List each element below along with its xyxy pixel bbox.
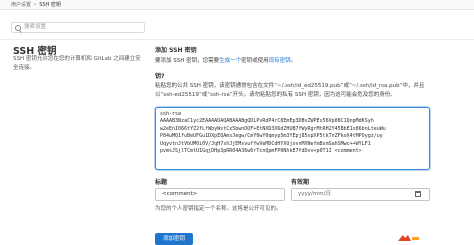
add-ssh-key-description: 要添加 SSH 密钥，您需要生成一个密钥或使用现有密钥。 [155, 58, 297, 64]
section-divider [0, 39, 474, 40]
add-ssh-key-heading: 添加 SSH 密钥 [155, 47, 197, 54]
title-field-help: 为您的个人密钥指定一个名称。这将是公开可见的。 [155, 206, 282, 212]
expires-field-label: 有效期 [291, 179, 310, 186]
title-field-label: 标题 [155, 179, 168, 186]
corner-logo-icon [398, 235, 419, 241]
breadcrumb: 用户设置 > SSH 密钥 [0, 0, 474, 10]
expires-date-input[interactable]: yyyy/mm/日 [291, 188, 430, 201]
key-field-help: 粘贴您的公共 SSH 密钥，该密钥通常包含在文件“~/.ssh/id_ed255… [155, 83, 425, 98]
search-placeholder: 搜索设置 [24, 24, 47, 30]
breadcrumb-parent[interactable]: 用户设置 [11, 2, 31, 8]
key-textarea[interactable]: ssh-rsa AAAAB3NzaC1yc2EAAAADAQABAAABgQDL… [155, 107, 430, 170]
add-key-button[interactable]: 添加密钥 [155, 233, 193, 245]
page-description: SSH 密钥允许您在您的计算机和 GitLab 之间建立安全连接。 [13, 56, 141, 71]
search-input[interactable]: 搜索设置 [11, 22, 145, 33]
title-input[interactable]: <comment> [155, 188, 285, 201]
key-field-label: 钥? [155, 73, 165, 80]
existing-key-link[interactable]: 现有密钥 [269, 58, 291, 64]
calendar-icon[interactable] [415, 191, 421, 197]
breadcrumb-separator: > [33, 2, 38, 8]
breadcrumb-current: SSH 密钥 [39, 2, 61, 8]
search-icon [15, 25, 21, 31]
generate-key-link[interactable]: 生成一个 [219, 58, 241, 64]
